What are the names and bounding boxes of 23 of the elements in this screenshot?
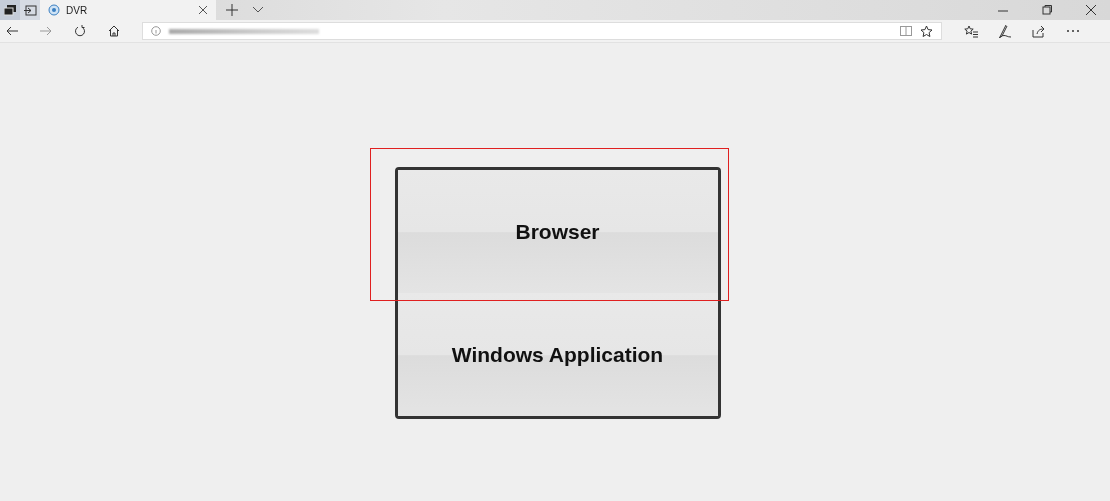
tab-list-icon[interactable] xyxy=(23,4,37,16)
refresh-icon[interactable] xyxy=(74,25,86,37)
option-button[interactable]: Browser xyxy=(397,170,718,293)
home-icon[interactable] xyxy=(108,25,120,37)
close-icon[interactable] xyxy=(1086,5,1096,15)
tab-title: DVR xyxy=(66,4,88,16)
star-icon[interactable] xyxy=(920,24,933,38)
close-tab-icon[interactable] xyxy=(198,5,208,15)
globe-icon xyxy=(48,4,60,16)
browser-tab[interactable]: DVR xyxy=(40,0,216,20)
share-icon[interactable] xyxy=(1032,24,1046,38)
favorites-list-icon[interactable] xyxy=(964,24,978,38)
pen-icon[interactable] xyxy=(998,24,1012,38)
new-tab-icon[interactable] xyxy=(226,4,238,16)
restore-icon[interactable] xyxy=(1042,5,1052,15)
tabs-icon[interactable] xyxy=(4,4,16,16)
book-icon[interactable] xyxy=(900,26,912,36)
chevron-down-icon[interactable] xyxy=(252,6,264,14)
more-icon[interactable] xyxy=(1066,29,1080,33)
info-icon xyxy=(151,26,161,36)
back-icon[interactable] xyxy=(6,26,18,36)
forward-icon[interactable] xyxy=(40,26,52,36)
option-button[interactable]: Windows Application xyxy=(397,293,718,416)
